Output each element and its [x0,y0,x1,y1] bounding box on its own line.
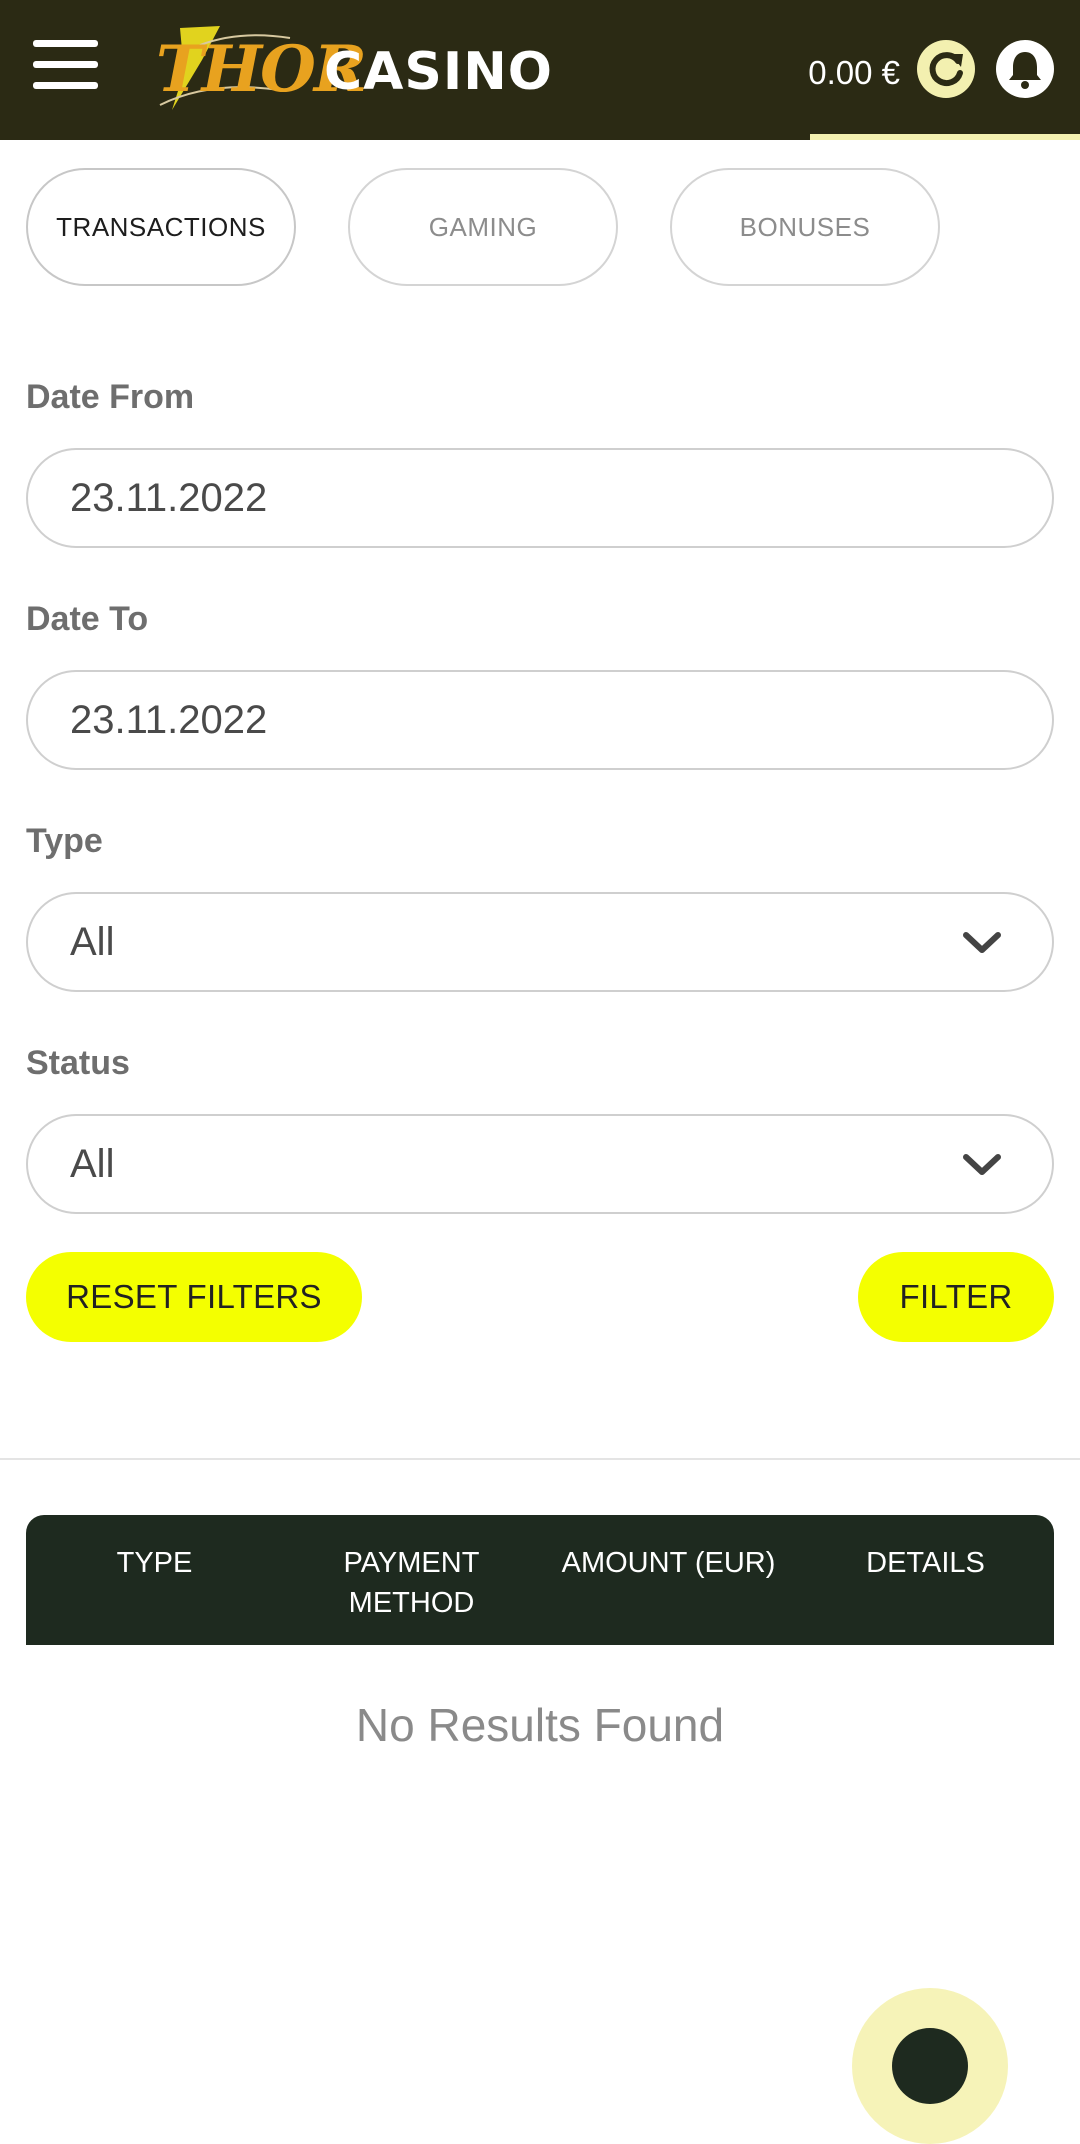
bell-icon[interactable] [996,40,1054,98]
header-progress-bar [810,134,1080,140]
date-to-value: 23.11.2022 [70,697,268,742]
type-select[interactable]: All [26,892,1054,992]
column-header-payment-method: PAYMENT METHOD [343,1547,480,1619]
transactions-table-header: TYPE PAYMENT METHOD AMOUNT (EUR) DETAILS [26,1515,1054,1645]
tab-transactions[interactable]: TRANSACTIONS [26,168,296,286]
column-header-type: TYPE [116,1547,193,1579]
menu-icon[interactable] [33,40,98,90]
tab-gaming[interactable]: GAMING [348,168,618,286]
column-header-amount: AMOUNT (EUR) [561,1547,776,1579]
type-label: Type [26,822,103,860]
filter-button[interactable]: FILTER [858,1252,1054,1342]
chevron-down-icon [963,1154,1001,1175]
refresh-icon[interactable] [917,40,975,98]
reset-filters-button[interactable]: RESET FILTERS [26,1252,362,1342]
chat-icon [892,2028,968,2104]
empty-state-text: No Results Found [355,1699,725,1751]
date-from-field[interactable]: 23.11.2022 [26,448,1054,548]
date-from-value: 23.11.2022 [70,475,268,520]
thor-casino-logo[interactable]: THOR CASINO [150,20,552,120]
chevron-down-icon [963,932,1001,953]
date-from-label: Date From [26,378,195,416]
chat-button[interactable] [852,1988,1008,2144]
divider [0,1458,1080,1460]
balance-amount: 0.00 € [808,54,900,91]
logo-casino-text: CASINO [324,42,553,102]
date-to-label: Date To [26,600,149,638]
column-header-details: DETAILS [866,1547,985,1579]
type-select-value: All [70,919,115,964]
status-select[interactable]: All [26,1114,1054,1214]
date-to-field[interactable]: 23.11.2022 [26,670,1054,770]
status-select-value: All [70,1141,115,1186]
tab-bonuses[interactable]: BONUSES [670,168,940,286]
top-app-bar: THOR CASINO 0.00 € [0,0,1080,140]
status-label: Status [26,1044,130,1082]
